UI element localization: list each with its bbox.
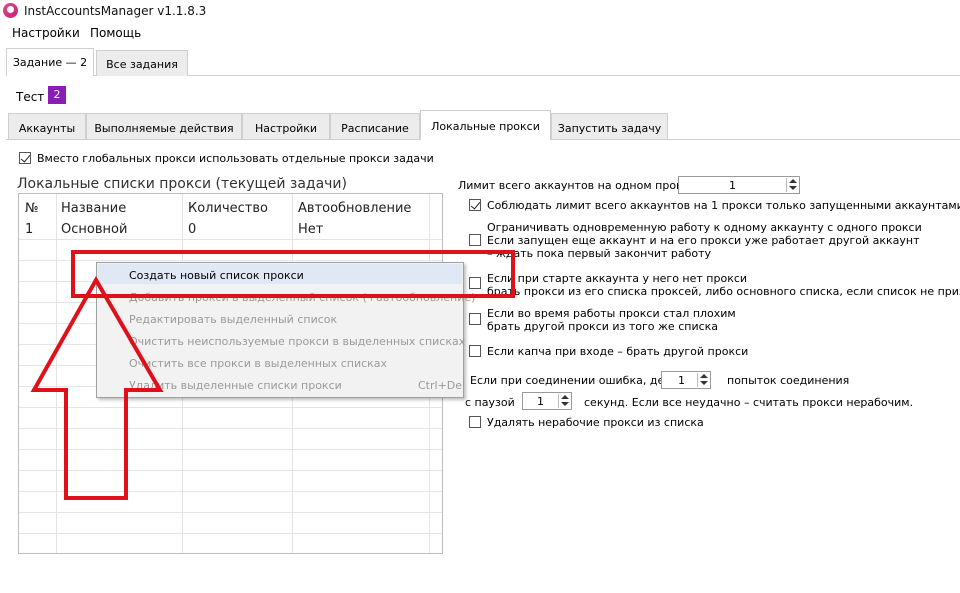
cell-num: 1 <box>25 222 34 237</box>
menu-item-edit-list[interactable]: Редактировать выделенный список <box>129 313 337 326</box>
tab-label: Выполняемые действия <box>94 122 234 135</box>
cell-name: Основной <box>61 222 128 237</box>
tab-label: Запустить задачу <box>557 122 662 135</box>
menu-bar: Настройки Помощь <box>0 22 960 44</box>
conn-error-suffix: попыток соединения <box>727 374 850 387</box>
limit-spinner[interactable]: 1 <box>678 176 800 194</box>
conn-error-prefix: Если при соединении ошибка, делать <box>470 374 691 387</box>
restrict-checkbox[interactable] <box>469 234 481 246</box>
respect-limit-label: Соблюдать лимит всего аккаунтов на 1 про… <box>487 199 960 212</box>
tab-current-task[interactable]: Задание — 2 <box>6 48 94 76</box>
title-bar: InstAccountsManager v1.1.8.3 <box>0 0 960 22</box>
column-header-name[interactable]: Название <box>61 201 126 216</box>
tab-accounts[interactable]: Аккаунты <box>8 113 86 139</box>
restrict-line2: Если запущен еще аккаунт и на его прокси… <box>487 234 920 247</box>
tab-settings[interactable]: Настройки <box>242 113 330 139</box>
tab-actions[interactable]: Выполняемые действия <box>86 113 242 139</box>
no-proxy-line2: брать прокси из его списка проксей, либо… <box>487 285 960 298</box>
menu-item-create-list[interactable]: Создать новый список прокси <box>129 269 304 282</box>
context-menu: Создать новый список прокси Добавить про… <box>96 262 475 398</box>
column-header-num[interactable]: № <box>25 201 39 216</box>
delete-shortcut-hint: Ctrl+Del <box>418 379 466 392</box>
tab-label: Все задания <box>106 58 178 71</box>
conn-attempts-spinner[interactable]: 1 <box>661 371 711 389</box>
task-name: Тест <box>16 90 45 104</box>
window-title: InstAccountsManager v1.1.8.3 <box>24 4 207 18</box>
limit-label: Лимит всего аккаунтов на одном прокси <box>458 179 696 192</box>
use-local-proxy-label: Вместо глобальных прокси использовать от… <box>37 152 434 165</box>
tab-schedule[interactable]: Расписание <box>330 113 420 139</box>
app-icon <box>3 3 18 18</box>
tab-label: Задание — 2 <box>12 56 88 69</box>
tab-local-proxies[interactable]: Локальные прокси <box>420 110 551 140</box>
use-local-proxy-checkbox[interactable] <box>19 152 31 164</box>
pause-spinner[interactable]: 1 <box>522 392 572 410</box>
restrict-line3: – ждать пока первый закончит работу <box>487 247 712 260</box>
bad-proxy-line1: Если во время работы прокси стал плохим <box>487 307 736 320</box>
restrict-line1: Ограничивать одновременную работу к одно… <box>487 221 922 234</box>
tab-label: Расписание <box>341 122 409 135</box>
delete-bad-label: Удалять нерабочие прокси из списка <box>487 416 704 429</box>
pause-value: 1 <box>537 395 544 408</box>
conn-attempts-value: 1 <box>678 374 685 387</box>
task-badge: 2 <box>48 86 66 104</box>
proxy-lists-title: Локальные списки прокси (текущей задачи) <box>17 176 347 192</box>
captcha-checkbox[interactable] <box>469 345 481 357</box>
cell-auto-update: Нет <box>298 222 324 237</box>
spinner-arrows-icon[interactable] <box>697 373 709 387</box>
cell-count: 0 <box>188 222 197 237</box>
menu-item-delete-lists[interactable]: Удалить выделенные списки прокси <box>129 379 342 392</box>
bad-proxy-checkbox[interactable] <box>469 313 481 325</box>
delete-bad-checkbox[interactable] <box>469 416 481 428</box>
no-proxy-line1: Если при старте аккаунта у него нет прок… <box>487 272 748 285</box>
tab-run-task[interactable]: Запустить задачу <box>551 113 668 139</box>
tab-label: Аккаунты <box>18 122 76 135</box>
pause-prefix: с паузой <box>465 396 515 409</box>
menu-item-add-proxies[interactable]: Добавить прокси в выделенный список (+ав… <box>129 291 475 304</box>
menu-item-clear-all[interactable]: Очистить все прокси в выделенных списках <box>129 357 387 370</box>
respect-limit-checkbox[interactable] <box>469 199 481 211</box>
spinner-arrows-icon[interactable] <box>786 178 798 192</box>
tab-label: Настройки <box>254 122 318 135</box>
no-proxy-checkbox[interactable] <box>469 277 481 289</box>
pause-suffix: секунд. Если все неудачно – считать прок… <box>584 396 914 409</box>
bad-proxy-line2: брать другой прокси из того же списка <box>487 320 719 333</box>
menu-help[interactable]: Помощь <box>90 26 141 40</box>
column-header-auto-update[interactable]: Автообновление <box>298 201 411 216</box>
column-header-count[interactable]: Количество <box>188 201 268 216</box>
captcha-label: Если капча при входе – брать другой прок… <box>487 345 749 358</box>
limit-value: 1 <box>729 179 736 192</box>
menu-item-clear-unused[interactable]: Очистить неиспользуемые прокси в выделен… <box>129 335 465 348</box>
spinner-arrows-icon[interactable] <box>558 394 570 408</box>
tab-label: Локальные прокси <box>431 120 540 133</box>
tab-all-tasks[interactable]: Все задания <box>96 50 188 76</box>
menu-settings[interactable]: Настройки <box>12 26 80 40</box>
